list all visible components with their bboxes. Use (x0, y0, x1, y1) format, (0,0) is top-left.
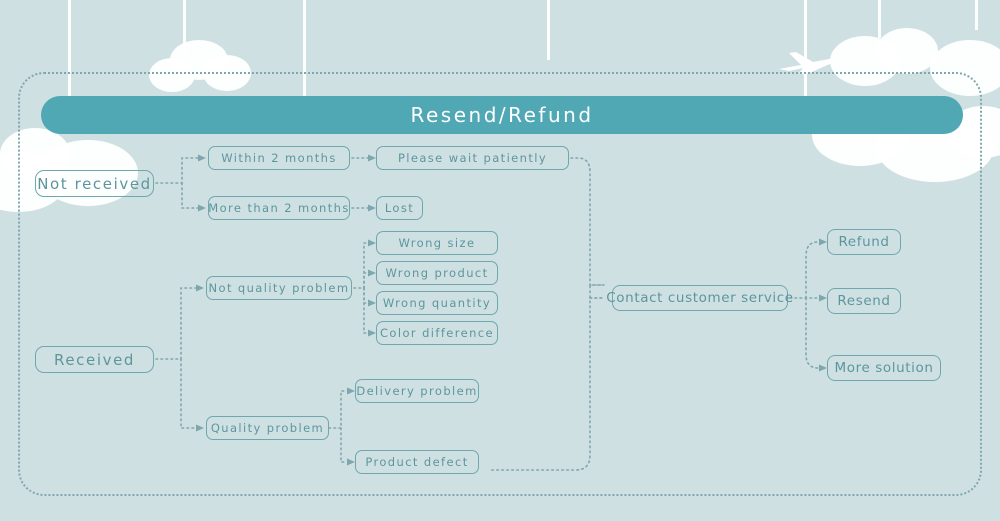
page-title: Resend/Refund (410, 103, 594, 127)
node-label: Resend (837, 293, 891, 309)
hanging-string-icon (547, 0, 550, 60)
node-contact-customer-service[interactable]: Contact customer service (606, 285, 793, 311)
node-label: Quality problem (210, 421, 325, 435)
node-wrong-size[interactable]: Wrong size (376, 231, 498, 255)
node-label: Please wait patiently (397, 151, 548, 165)
node-more-solution[interactable]: More solution (827, 355, 941, 381)
hanging-string-icon (975, 0, 978, 30)
flowchart-frame (18, 72, 982, 496)
node-label: Wrong product (385, 266, 489, 280)
node-product-defect[interactable]: Product defect (355, 450, 479, 474)
node-not-received[interactable]: Not received (35, 170, 154, 197)
node-label: Not received (37, 174, 152, 193)
node-label: Within 2 months (221, 151, 337, 165)
node-please-wait-patiently[interactable]: Please wait patiently (376, 146, 569, 170)
cloud-icon (876, 28, 938, 74)
node-label: Contact customer service (606, 290, 794, 306)
node-label: Received (53, 350, 136, 369)
node-label: Delivery problem (356, 384, 478, 398)
flowchart-stage: Resend/Refund Not received Received With… (0, 0, 1000, 521)
header-bar: Resend/Refund (41, 96, 963, 134)
node-label: Wrong size (398, 236, 476, 250)
node-delivery-problem[interactable]: Delivery problem (355, 379, 479, 403)
node-label: Lost (384, 201, 415, 215)
hanging-string-icon (183, 0, 186, 58)
node-more-than-2-months[interactable]: More than 2 months (208, 196, 350, 220)
node-within-2-months[interactable]: Within 2 months (208, 146, 350, 170)
node-lost[interactable]: Lost (376, 196, 423, 220)
node-received[interactable]: Received (35, 346, 154, 373)
node-label: More solution (834, 360, 934, 376)
node-label: Refund (838, 234, 890, 250)
node-label: More than 2 months (208, 201, 350, 215)
node-color-difference[interactable]: Color difference (376, 321, 498, 345)
node-refund[interactable]: Refund (827, 229, 901, 255)
node-wrong-quantity[interactable]: Wrong quantity (376, 291, 498, 315)
node-wrong-product[interactable]: Wrong product (376, 261, 498, 285)
node-label: Wrong quantity (382, 296, 492, 310)
node-label: Not quality problem (208, 281, 350, 295)
node-label: Color difference (380, 326, 494, 340)
node-not-quality-problem[interactable]: Not quality problem (206, 276, 352, 300)
node-label: Product defect (365, 455, 469, 469)
node-quality-problem[interactable]: Quality problem (206, 416, 329, 440)
hanging-string-icon (878, 0, 881, 38)
node-resend[interactable]: Resend (827, 288, 901, 314)
